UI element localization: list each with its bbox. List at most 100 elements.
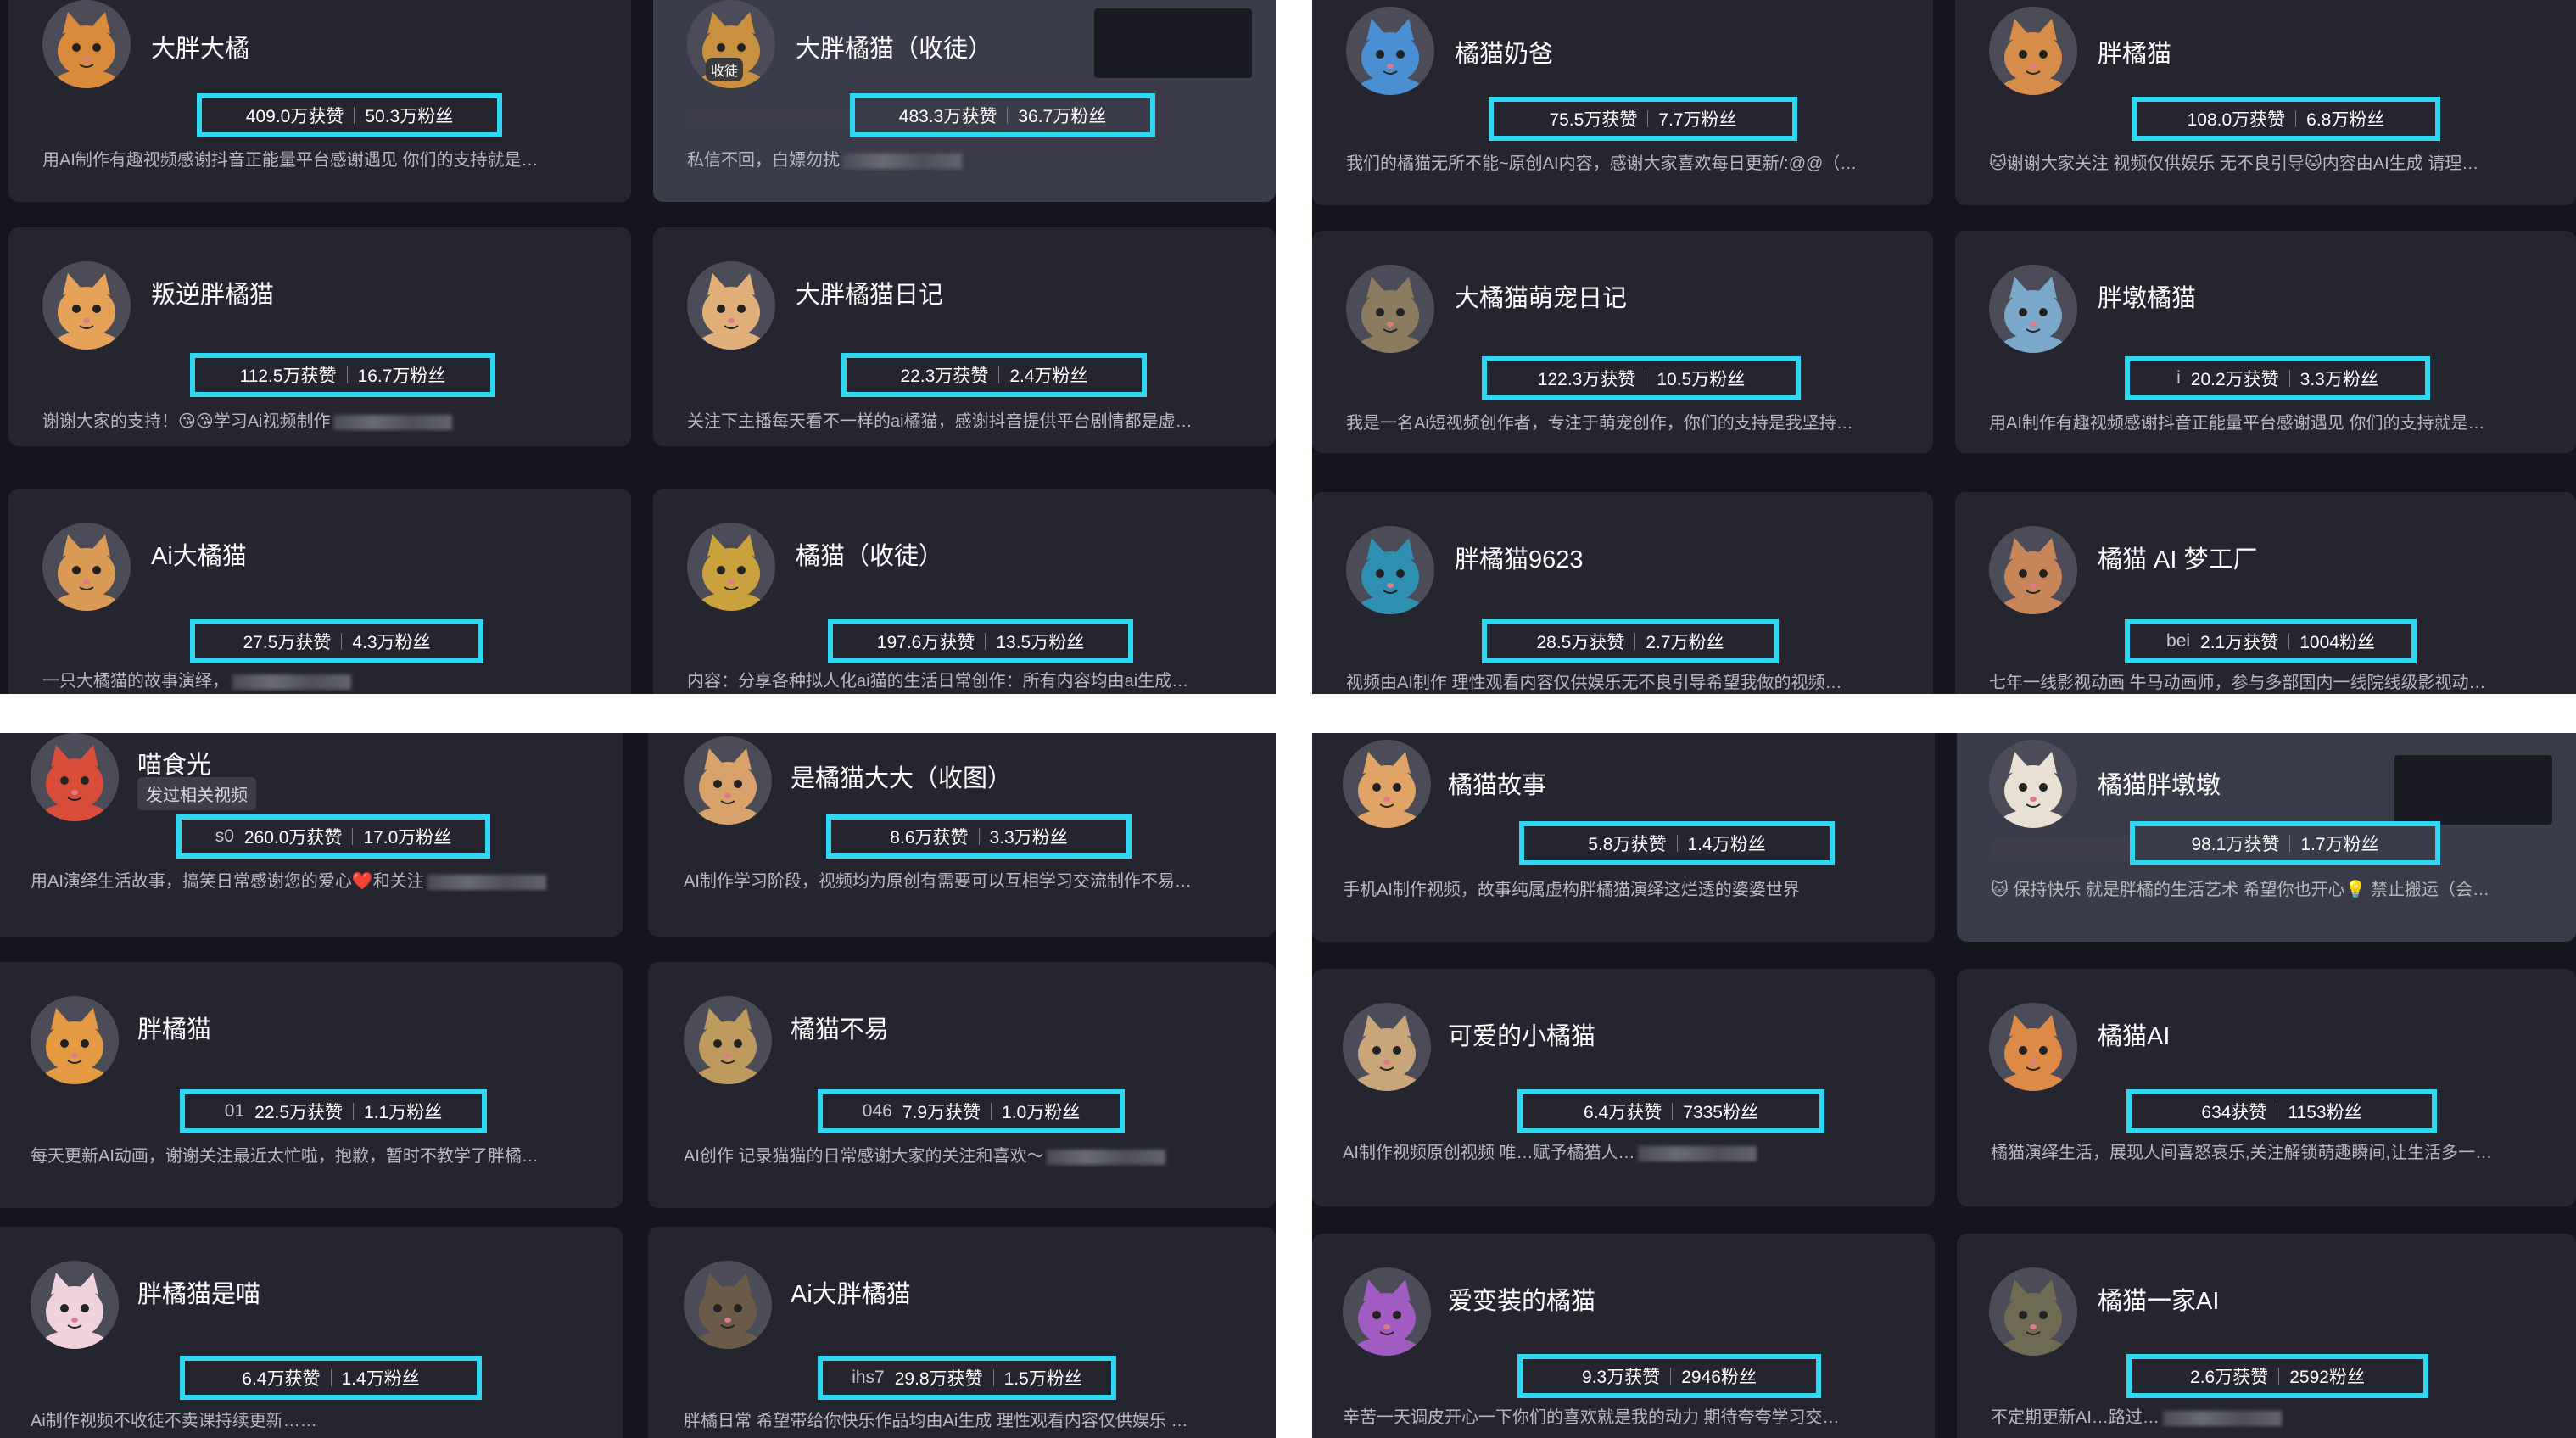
creator-name[interactable]: 爱变装的橘猫 <box>1448 1281 1595 1317</box>
creator-name[interactable]: 叛逆胖橘猫 <box>151 275 274 311</box>
creator-description: 🐱谢谢大家关注 视频仅供娱乐 无不良引导🐱内容由AI生成 请理… <box>1989 154 2479 173</box>
creator-card[interactable]: 胖橘猫 108.0万获赞 6.8万粉丝 🐱谢谢大家关注 视频仅供娱乐 无不良引导🐱… <box>1955 0 2576 205</box>
creator-card[interactable]: 叛逆胖橘猫 112.5万获赞 16.7万粉丝 谢谢大家的支持！😘😘学习Ai视频制作 <box>8 227 631 446</box>
chubby-cat-avatar-icon[interactable] <box>42 523 131 611</box>
creator-card[interactable]: 喵食光 发过相关视频 s0 260.0万获赞 17.0万粉丝 用AI演绎生活故事，搞… <box>0 733 623 937</box>
cat-panda-hat-avatar-icon[interactable] <box>1989 740 2077 828</box>
creator-name[interactable]: 橘猫故事 <box>1448 765 1546 801</box>
creator-description: 手机AI制作视频，故事纯属虚构胖橘猫演绎这烂透的婆婆世界 <box>1343 881 1800 899</box>
creator-name[interactable]: 大橘猫萌宠日记 <box>1455 278 1627 314</box>
creator-card[interactable]: 橘猫AI 634获赞 1153粉丝 橘猫演绎生活，展现人间喜怒哀乐,关注解锁萌趣瞬… <box>1957 969 2576 1206</box>
creator-card[interactable]: 胖墩橘猫 i 20.2万获赞 3.3万粉丝 用AI制作有趣视频感谢抖音正能量平台感谢… <box>1955 231 2576 453</box>
cat-sunglasses-car-avatar-icon[interactable] <box>31 733 119 821</box>
creator-description: AI制作学习阶段，视频均为原创有需要可以互相学习交流制作不易… <box>684 872 1192 891</box>
creator-card[interactable]: 橘猫胖墩墩 98.1万获赞 1.7万粉丝 🐱 保持快乐 就是胖橘的生活艺术 希望你… <box>1957 733 2576 942</box>
fans-count: 6.8万粉丝 <box>2306 110 2385 130</box>
stats-box: 197.6万获赞 13.5万粉丝 <box>828 619 1133 663</box>
creator-card[interactable]: 大橘猫萌宠日记 122.3万获赞 10.5万粉丝 我是一名Ai短视频创作者，专注于… <box>1312 231 1933 453</box>
creator-card[interactable]: 橘猫故事 5.8万获赞 1.4万粉丝 手机AI制作视频，故事纯属虚构胖橘猫演绎这烂… <box>1312 733 1935 942</box>
cat-colorful-shirt-avatar-icon[interactable] <box>687 523 775 611</box>
creator-name[interactable]: 橘猫一家AI <box>2098 1281 2219 1317</box>
creator-card[interactable]: 橘猫奶爸 75.5万获赞 7.7万粉丝 我们的橘猫无所不能~原创AI内容，感谢大家… <box>1312 0 1933 205</box>
creator-name[interactable]: 胖橘猫 <box>2098 34 2171 70</box>
creator-card[interactable]: 爱变装的橘猫 9.3万获赞 2946粉丝 辛苦一天调皮开心一下你们的喜欢就是我的动… <box>1312 1234 1935 1438</box>
person-desert-avatar-icon[interactable] <box>1989 526 2077 614</box>
cat-heart-glasses-avatar-icon[interactable] <box>31 1261 119 1349</box>
creator-card[interactable]: 橘猫 AI 梦工厂 bei 2.1万获赞 1004粉丝 七年一线影视动画 牛马动画师… <box>1955 492 2576 694</box>
fans-count: 13.5万粉丝 <box>996 633 1085 652</box>
creator-card[interactable]: 可爱的小橘猫 6.4万获赞 7335粉丝 AI制作视频原创视频 唯…赋予橘猫人… <box>1312 969 1935 1206</box>
creator-name[interactable]: 是橘猫大大（收图） <box>791 758 1012 794</box>
likes-count: 7.9万获赞 <box>902 1103 981 1122</box>
cat-flowers-avatar-icon[interactable] <box>31 996 119 1084</box>
cat-costume-avatar-icon[interactable] <box>1343 1267 1431 1356</box>
cat-tabby-avatar-icon[interactable] <box>1343 1003 1431 1091</box>
fans-count: 1.4万粉丝 <box>341 1369 420 1389</box>
fans-count: 3.3万粉丝 <box>2299 370 2378 389</box>
cat-standing-avatar-icon[interactable] <box>684 996 772 1084</box>
creator-name[interactable]: 喵食光 <box>137 745 211 781</box>
cat-leather-jacket-avatar-icon[interactable] <box>684 1261 772 1349</box>
likes-count: 6.4万获赞 <box>1584 1103 1662 1122</box>
cat-white-shirt-avatar-icon[interactable] <box>684 736 772 825</box>
stats-box: 28.5万获赞 2.7万粉丝 <box>1482 619 1779 663</box>
creator-card[interactable]: 胖橘猫 01 22.5万获赞 1.1万粉丝 每天更新AI动画，谢谢关注最近太忙啦，抱… <box>0 962 623 1208</box>
two-cats-avatar-icon[interactable] <box>1989 1003 2077 1091</box>
obscured-prefix: bei <box>2166 631 2191 651</box>
likes-count: 20.2万获赞 <box>2190 370 2279 389</box>
cat-sitting-avatar-icon[interactable] <box>1989 265 2077 353</box>
creator-card[interactable]: 是橘猫大大（收图） 8.6万获赞 3.3万粉丝 AI制作学习阶段，视频均为原创有需… <box>648 733 1276 937</box>
fans-count: 1.5万粉丝 <box>1003 1369 1082 1389</box>
creator-card[interactable]: Ai大橘猫 27.5万获赞 4.3万粉丝 一只大橘猫的故事演绎， <box>8 489 631 694</box>
likes-count: 260.0万获赞 <box>243 828 343 848</box>
creator-name[interactable]: 橘猫 AI 梦工厂 <box>2098 540 2258 575</box>
cat-chef-hat-avatar-icon[interactable] <box>1989 7 2077 95</box>
creator-name[interactable]: 大胖橘猫（收徒） <box>796 29 992 64</box>
creator-name[interactable]: 橘猫AI <box>2098 1016 2170 1052</box>
creator-name[interactable]: Ai大橘猫 <box>151 536 247 572</box>
creator-description: 橘猫演绎生活，展现人间喜怒哀乐,关注解锁萌趣瞬间,让生活多一… <box>1991 1144 2493 1162</box>
creator-name[interactable]: 橘猫胖墩墩 <box>2098 765 2221 801</box>
likes-count: 483.3万获赞 <box>898 107 997 126</box>
creator-card[interactable]: 收徒 大胖橘猫（收徒） 483.3万获赞 36.7万粉丝 私信不回，白嫖勿扰 <box>653 0 1276 202</box>
creator-name[interactable]: 橘猫（收徒） <box>796 536 943 572</box>
creator-name[interactable]: 胖橘猫9623 <box>1455 540 1584 575</box>
cat-plate-avatar-icon[interactable] <box>687 261 775 350</box>
creator-card[interactable]: 橘猫一家AI 2.6万获赞 2592粉丝 不定期更新AI…路过… <box>1957 1234 2576 1438</box>
obscured-prefix: i <box>2176 368 2181 388</box>
likes-count: 29.8万获赞 <box>894 1369 983 1389</box>
cat-worker-avatar-icon[interactable] <box>1346 265 1434 353</box>
likes-count: 112.5万获赞 <box>239 366 337 386</box>
cat-underwater-avatar-icon[interactable] <box>1346 526 1434 614</box>
fans-count: 1.0万粉丝 <box>1002 1103 1081 1122</box>
creator-description: 用AI制作有趣视频感谢抖音正能量平台感谢遇见 你们的支持就是… <box>42 151 539 170</box>
creator-card[interactable]: 大胖大橘 409.0万获赞 50.3万粉丝 用AI制作有趣视频感谢抖音正能量平台感… <box>8 0 631 202</box>
creator-name[interactable]: 胖墩橘猫 <box>2098 278 2196 314</box>
orange-cat-avatar-icon[interactable] <box>42 0 131 88</box>
likes-count: 98.1万获赞 <box>2191 835 2280 854</box>
creator-name[interactable]: 可爱的小橘猫 <box>1448 1016 1595 1052</box>
creator-name[interactable]: Ai大胖橘猫 <box>791 1274 911 1310</box>
cat-soldier-avatar-icon[interactable] <box>1989 1267 2077 1356</box>
stats-box: 8.6万获赞 3.3万粉丝 <box>826 814 1132 859</box>
creator-name[interactable]: 橘猫奶爸 <box>1455 34 1553 70</box>
creator-card[interactable]: 橘猫（收徒） 197.6万获赞 13.5万粉丝 内容：分享各种拟人化ai猫的生活日… <box>653 489 1276 694</box>
fans-count: 10.5万粉丝 <box>1657 370 1746 389</box>
stats-box: 2.6万获赞 2592粉丝 <box>2126 1354 2428 1398</box>
creator-card[interactable]: 胖橘猫是喵 6.4万获赞 1.4万粉丝 Ai制作视频不收徒不卖课持续更新…… <box>0 1227 623 1438</box>
creator-description: AI创作 记录猫猫的日常感谢大家的关注和喜欢～ <box>684 1142 1242 1167</box>
creator-card[interactable]: Ai大胖橘猫 ihs7 29.8万获赞 1.5万粉丝 胖橘日常 希望带给你快乐作品均… <box>648 1227 1276 1438</box>
orange-cat-badge-avatar-icon[interactable]: 收徒 <box>687 0 775 88</box>
cat-tshirt-avatar-icon[interactable] <box>1343 740 1431 828</box>
fans-count: 2592粉丝 <box>2289 1368 2365 1387</box>
creator-card[interactable]: 胖橘猫9623 28.5万获赞 2.7万粉丝 视频由AI制作 理性观看内容仅供娱乐… <box>1312 492 1933 694</box>
creator-card[interactable]: 橘猫不易 046 7.9万获赞 1.0万粉丝 AI创作 记录猫猫的日常感谢大家的关注… <box>648 962 1276 1208</box>
creator-name[interactable]: 橘猫不易 <box>791 1010 889 1045</box>
creator-card[interactable]: 大胖橘猫日记 22.3万获赞 2.4万粉丝 关注下主播每天看不一样的ai橘猫，感谢… <box>653 227 1276 446</box>
creator-name[interactable]: 胖橘猫是喵 <box>137 1274 260 1310</box>
laughing-cat-avatar-icon[interactable] <box>42 261 131 350</box>
creator-name[interactable]: 大胖橘猫日记 <box>796 275 943 311</box>
cat-bow-avatar-icon[interactable] <box>1346 7 1434 95</box>
creator-name[interactable]: 胖橘猫 <box>137 1010 211 1045</box>
creator-name[interactable]: 大胖大橘 <box>151 29 249 64</box>
